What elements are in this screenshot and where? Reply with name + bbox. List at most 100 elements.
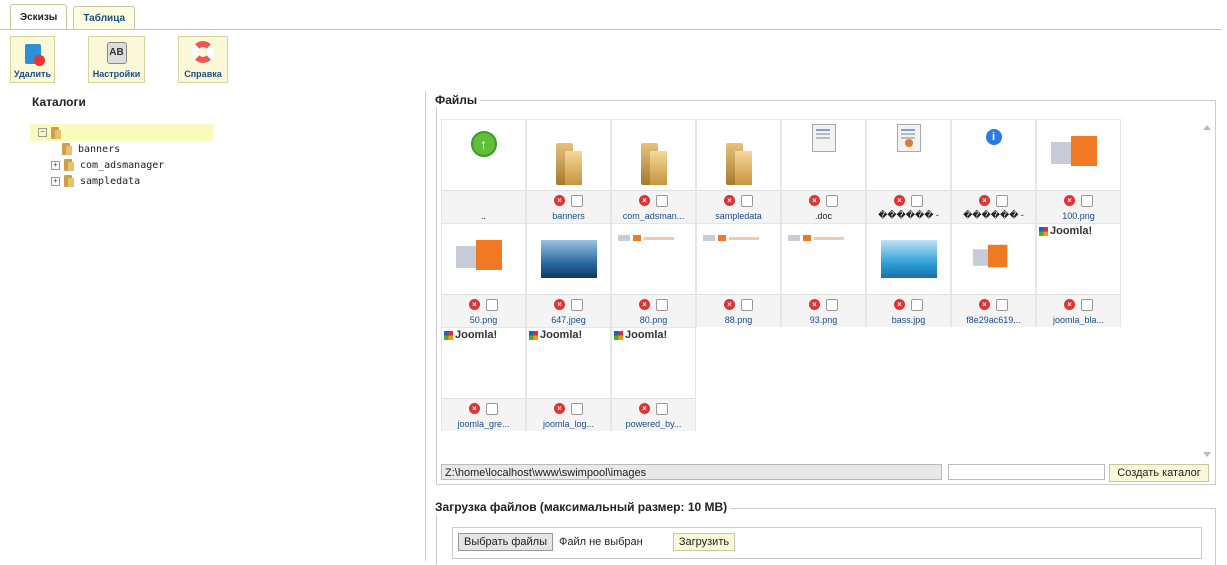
file-thumbnail[interactable]: [442, 224, 525, 294]
select-checkbox[interactable]: [911, 195, 923, 207]
file-item[interactable]: × 88.png: [696, 223, 781, 327]
select-checkbox[interactable]: [656, 195, 668, 207]
select-checkbox[interactable]: [741, 299, 753, 311]
delete-icon[interactable]: ×: [724, 299, 735, 310]
file-thumbnail[interactable]: [867, 120, 950, 190]
file-item[interactable]: ↑..: [441, 119, 526, 223]
file-name[interactable]: ������ -: [867, 210, 950, 221]
file-name[interactable]: 647.jpeg: [527, 315, 610, 325]
file-item[interactable]: × 93.png: [781, 223, 866, 327]
file-name[interactable]: bass.jpg: [867, 315, 950, 325]
file-name[interactable]: powered_by...: [612, 419, 695, 429]
delete-icon[interactable]: ×: [979, 195, 990, 206]
file-item[interactable]: × 50.png: [441, 223, 526, 327]
scroll-down-icon[interactable]: [1203, 452, 1211, 457]
tree-root[interactable]: −: [30, 124, 213, 141]
file-item[interactable]: × com_adsman...: [611, 119, 696, 223]
tree-item-sampledata[interactable]: + sampledata: [30, 173, 213, 189]
file-name[interactable]: joomla_bla...: [1037, 315, 1120, 325]
file-thumbnail[interactable]: Joomla!: [527, 328, 610, 398]
file-thumbnail[interactable]: [527, 120, 610, 190]
file-thumbnail[interactable]: [612, 224, 695, 294]
tab-table[interactable]: Таблица: [73, 6, 136, 29]
delete-icon[interactable]: ×: [554, 299, 565, 310]
file-name[interactable]: .doc: [782, 211, 865, 221]
select-checkbox[interactable]: [1081, 299, 1093, 311]
select-checkbox[interactable]: [571, 195, 583, 207]
file-name[interactable]: com_adsman...: [612, 211, 695, 221]
file-name[interactable]: 50.png: [442, 315, 525, 325]
tree-item-com-adsmanager[interactable]: + com_adsmanager: [30, 157, 213, 173]
select-checkbox[interactable]: [571, 299, 583, 311]
file-name[interactable]: 93.png: [782, 315, 865, 325]
file-thumbnail[interactable]: [612, 120, 695, 190]
delete-icon[interactable]: ×: [554, 195, 565, 206]
file-thumbnail[interactable]: [1037, 120, 1120, 190]
delete-icon[interactable]: ×: [809, 195, 820, 206]
file-name[interactable]: joomla_gre...: [442, 419, 525, 429]
delete-icon[interactable]: ×: [1064, 299, 1075, 310]
delete-icon[interactable]: ×: [724, 195, 735, 206]
file-thumbnail[interactable]: [527, 224, 610, 294]
select-checkbox[interactable]: [741, 195, 753, 207]
tree-item-banners[interactable]: banners: [30, 141, 213, 157]
select-checkbox[interactable]: [826, 299, 838, 311]
select-checkbox[interactable]: [996, 299, 1008, 311]
new-folder-input[interactable]: [948, 464, 1105, 480]
choose-files-button[interactable]: Выбрать файлы: [458, 533, 553, 551]
file-name[interactable]: ������ -: [952, 210, 1035, 221]
file-name[interactable]: 80.png: [612, 315, 695, 325]
file-item[interactable]: × 80.png: [611, 223, 696, 327]
file-item[interactable]: × bass.jpg: [866, 223, 951, 327]
delete-icon[interactable]: ×: [639, 403, 650, 414]
delete-icon[interactable]: ×: [639, 195, 650, 206]
file-thumbnail[interactable]: Joomla!: [612, 328, 695, 398]
file-item[interactable]: Joomla! × joomla_log...: [526, 327, 611, 431]
file-name[interactable]: sampledata: [697, 211, 780, 221]
select-checkbox[interactable]: [996, 195, 1008, 207]
select-checkbox[interactable]: [571, 403, 583, 415]
expand-icon[interactable]: +: [51, 160, 60, 170]
delete-icon[interactable]: ×: [1064, 195, 1075, 206]
scroll-up-icon[interactable]: [1203, 125, 1211, 130]
delete-button[interactable]: Удалить: [10, 36, 55, 83]
file-item[interactable]: × ������ -: [866, 119, 951, 223]
delete-icon[interactable]: ×: [894, 195, 905, 206]
collapse-icon[interactable]: −: [38, 128, 47, 137]
file-item[interactable]: × f8e29ac619...: [951, 223, 1036, 327]
file-thumbnail[interactable]: [867, 224, 950, 294]
select-checkbox[interactable]: [656, 299, 668, 311]
file-item[interactable]: Joomla! × joomla_bla...: [1036, 223, 1121, 327]
select-checkbox[interactable]: [486, 299, 498, 311]
select-checkbox[interactable]: [656, 403, 668, 415]
delete-icon[interactable]: ×: [894, 299, 905, 310]
delete-icon[interactable]: ×: [639, 299, 650, 310]
settings-button[interactable]: AB Настройки: [88, 36, 145, 83]
help-button[interactable]: Справка: [178, 36, 228, 83]
delete-icon[interactable]: ×: [809, 299, 820, 310]
expand-icon[interactable]: +: [51, 176, 60, 186]
file-item[interactable]: Joomla! × powered_by...: [611, 327, 696, 431]
file-name[interactable]: banners: [527, 211, 610, 221]
delete-icon[interactable]: ×: [469, 403, 480, 414]
file-item[interactable]: Joomla! × joomla_gre...: [441, 327, 526, 431]
file-name[interactable]: 88.png: [697, 315, 780, 325]
select-checkbox[interactable]: [826, 195, 838, 207]
select-checkbox[interactable]: [486, 403, 498, 415]
file-thumbnail[interactable]: [952, 224, 1035, 294]
file-thumbnail[interactable]: [697, 120, 780, 190]
file-name[interactable]: joomla_log...: [527, 419, 610, 429]
file-name[interactable]: 100.png: [1037, 211, 1120, 221]
file-thumbnail[interactable]: Joomla!: [1037, 224, 1120, 294]
select-checkbox[interactable]: [1081, 195, 1093, 207]
file-thumbnail[interactable]: ↑: [442, 120, 525, 190]
file-item[interactable]: i × ������ -: [951, 119, 1036, 223]
file-item[interactable]: × 100.png: [1036, 119, 1121, 223]
file-item[interactable]: × 647.jpeg: [526, 223, 611, 327]
file-thumbnail[interactable]: [782, 120, 865, 190]
file-thumbnail[interactable]: [782, 224, 865, 294]
file-thumbnail[interactable]: [697, 224, 780, 294]
scrollbar[interactable]: [1200, 119, 1214, 459]
delete-icon[interactable]: ×: [554, 403, 565, 414]
create-folder-button[interactable]: Создать каталог: [1109, 464, 1209, 482]
